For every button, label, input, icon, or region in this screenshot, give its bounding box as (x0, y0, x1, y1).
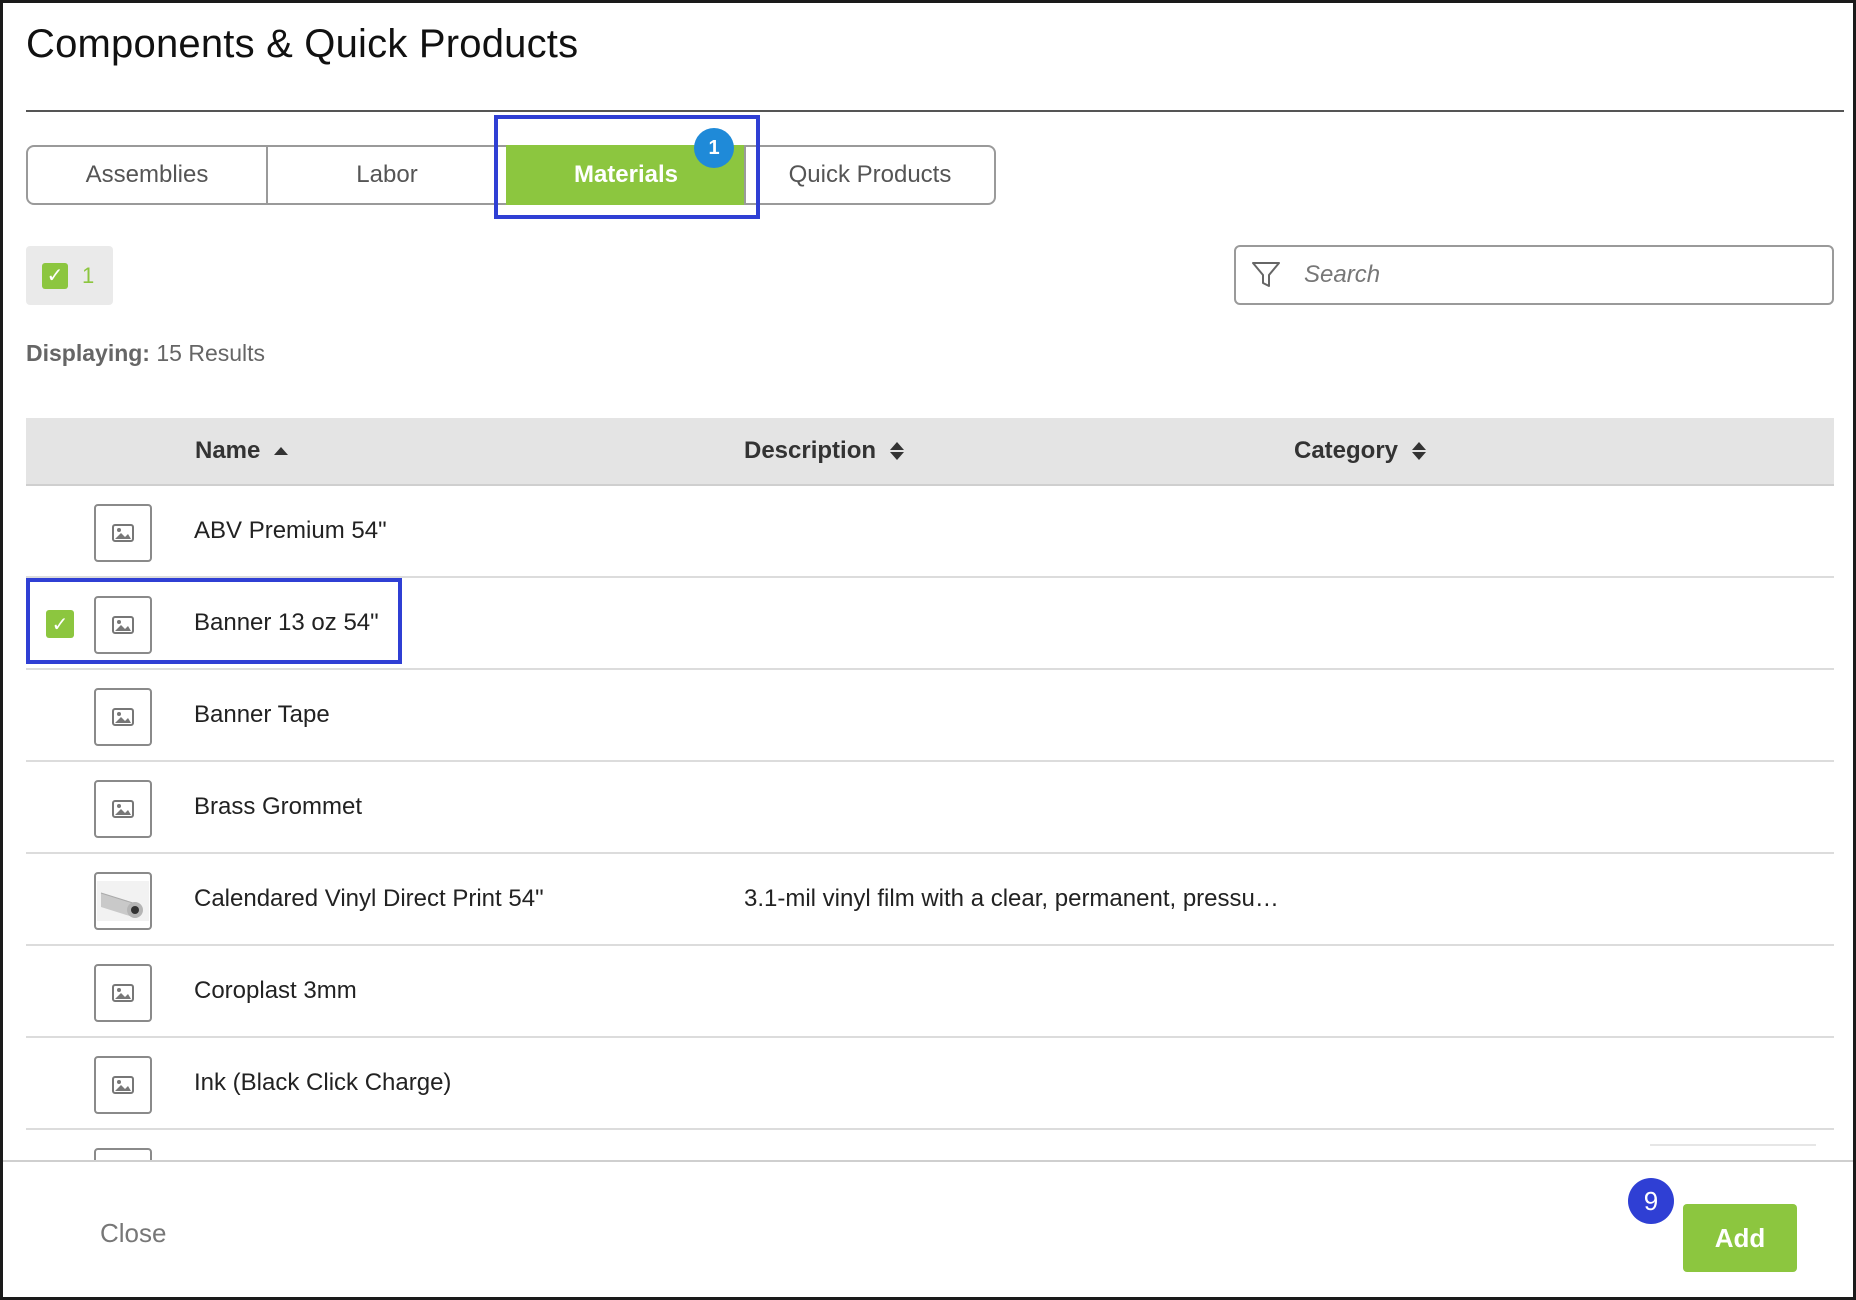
image-placeholder-icon (94, 1056, 152, 1114)
tab-labor[interactable]: Labor (266, 145, 508, 205)
results-summary: Displaying: 15 Results (26, 340, 265, 367)
scroll-indicator (1650, 1144, 1816, 1146)
tab-assemblies[interactable]: Assemblies (26, 145, 268, 205)
tab-quick-products[interactable]: Quick Products (744, 145, 996, 205)
search-input[interactable] (1302, 260, 1806, 290)
sort-icon (1412, 442, 1427, 460)
table-row[interactable]: Brass Grommet (26, 762, 1834, 854)
column-header-description[interactable]: Description (744, 418, 905, 484)
close-button[interactable]: Close (100, 1218, 166, 1249)
selected-count-toggle[interactable]: ✓ 1 (26, 246, 113, 305)
selected-count: 1 (82, 262, 95, 288)
image-placeholder-icon (94, 504, 152, 562)
column-header-category[interactable]: Category (1294, 418, 1427, 484)
material-name: Calendared Vinyl Direct Print 54" (194, 885, 544, 912)
step-badge: 1 (694, 128, 734, 168)
image-placeholder-icon (94, 688, 152, 746)
column-header-name[interactable]: Name (195, 418, 289, 484)
search-box[interactable] (1234, 245, 1834, 305)
table-row[interactable]: Coroplast 3mm (26, 946, 1834, 1038)
material-name: ABV Premium 54" (194, 517, 387, 544)
table-row[interactable]: Banner Tape (26, 670, 1834, 762)
results-label: Displaying: (26, 340, 150, 366)
table-header: Name Description Category (26, 418, 1834, 486)
table-row[interactable]: Calendared Vinyl Direct Print 54" 3.1-mi… (26, 854, 1834, 946)
material-name: Brass Grommet (194, 793, 363, 820)
table-row-partial[interactable] (26, 1130, 1834, 1160)
sort-icon (890, 442, 905, 460)
vinyl-roll-thumbnail (94, 872, 152, 930)
step-badge: 9 (1628, 1178, 1674, 1224)
image-placeholder-icon (94, 1148, 152, 1160)
material-name: Coroplast 3mm (194, 977, 357, 1004)
column-label: Name (195, 437, 261, 464)
sort-asc-icon (274, 447, 289, 455)
column-label: Category (1294, 437, 1399, 464)
add-button[interactable]: Add (1683, 1204, 1797, 1272)
material-name: Banner Tape (194, 701, 330, 728)
material-description: 3.1-mil vinyl film with a clear, permane… (744, 885, 1279, 912)
table-row[interactable]: ABV Premium 54" (26, 486, 1834, 578)
title-divider (26, 110, 1844, 112)
table-row[interactable]: Ink (Black Click Charge) (26, 1038, 1834, 1130)
dialog-title: Components & Quick Products (26, 22, 579, 66)
footer-divider (3, 1160, 1853, 1162)
image-placeholder-icon (94, 964, 152, 1022)
results-count: 15 Results (149, 340, 266, 366)
image-placeholder-icon (94, 780, 152, 838)
filter-icon[interactable] (1250, 259, 1282, 291)
row-annotation-highlight (26, 578, 402, 664)
material-name: Ink (Black Click Charge) (194, 1069, 452, 1096)
column-label: Description (744, 437, 877, 464)
checkbox-checked-icon: ✓ (42, 262, 68, 289)
